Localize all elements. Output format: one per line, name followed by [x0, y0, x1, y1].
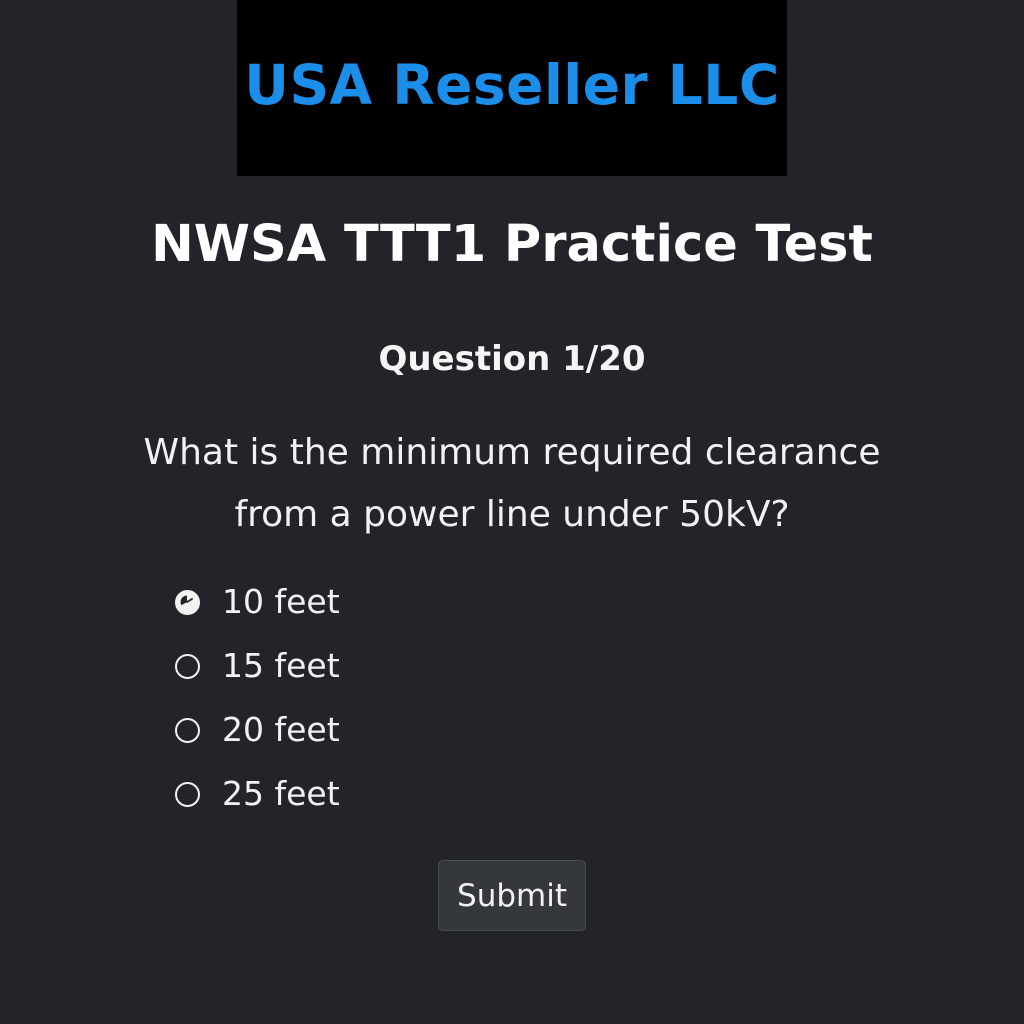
- logo-text: USA Reseller LLC: [244, 53, 780, 117]
- radio-unselected-icon[interactable]: [175, 781, 200, 807]
- question-text: What is the minimum required clearance f…: [143, 432, 881, 535]
- answer-option-20-feet[interactable]: 20 feet: [172, 698, 572, 762]
- answer-options: 10 feet 15 feet 20 feet 25 feet: [172, 570, 572, 826]
- radio-unselected-icon[interactable]: [175, 717, 200, 743]
- question-counter: Question 1/20: [378, 339, 646, 379]
- answer-option-label: 25 feet: [222, 774, 340, 813]
- answer-option-label: 10 feet: [222, 582, 340, 621]
- radio-selected-icon[interactable]: [175, 589, 200, 615]
- answer-option-label: 15 feet: [222, 646, 340, 685]
- page-title: NWSA TTT1 Practice Test: [151, 215, 873, 274]
- quiz-page: USA Reseller LLC NWSA TTT1 Practice Test…: [0, 0, 1024, 1024]
- answer-option-15-feet[interactable]: 15 feet: [172, 634, 572, 698]
- answer-option-label: 20 feet: [222, 710, 340, 749]
- answer-option-10-feet[interactable]: 10 feet: [172, 570, 572, 634]
- radio-unselected-icon[interactable]: [175, 653, 200, 679]
- answer-option-25-feet[interactable]: 25 feet: [172, 762, 572, 826]
- submit-button[interactable]: Submit: [438, 860, 586, 931]
- logo-banner: USA Reseller LLC: [237, 0, 787, 176]
